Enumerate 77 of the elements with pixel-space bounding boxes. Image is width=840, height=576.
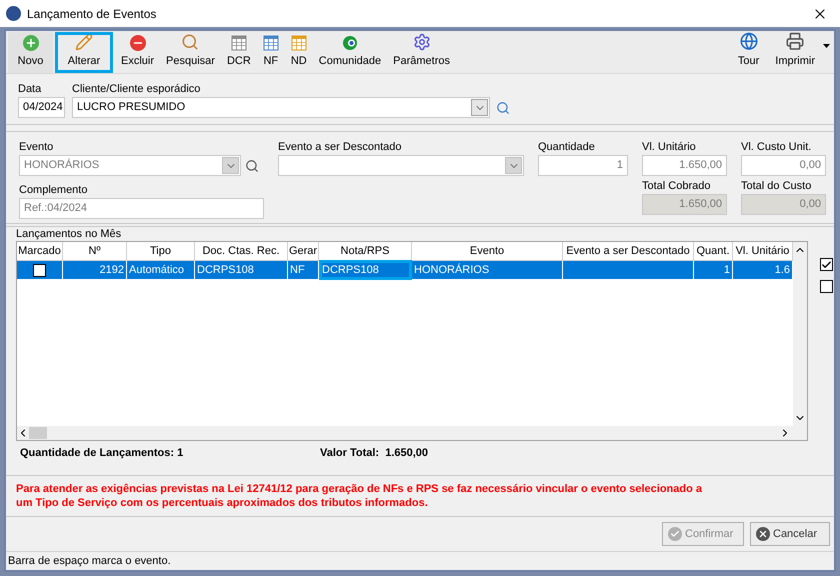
spreadsheet-icon — [290, 34, 307, 50]
window-title: Lançamento de Eventos — [27, 6, 156, 22]
toolbar-button[interactable]: Pesquisar — [160, 32, 221, 73]
checkbox[interactable] — [820, 280, 833, 293]
search-icon[interactable] — [245, 158, 259, 172]
client-combo[interactable]: LUCRO PRESUMIDO — [72, 97, 490, 118]
field-label: Cliente/Cliente esporádico — [72, 82, 202, 96]
dropdown-icon — [505, 157, 522, 174]
column-header[interactable]: Gerar — [288, 242, 319, 260]
toolbar-button[interactable]: Comunidade — [312, 32, 388, 73]
column-header[interactable]: Nº — [63, 242, 127, 260]
column-header[interactable]: Doc. Ctas. Rec. — [195, 242, 288, 260]
toolbar-button[interactable]: Novo — [8, 32, 53, 73]
quantity-field[interactable]: 1 — [538, 155, 628, 176]
close-icon — [756, 527, 770, 541]
toolbar-button[interactable]: NF — [256, 32, 285, 73]
dropdown-icon — [471, 99, 488, 116]
table-cell: Automático — [127, 261, 195, 279]
horizontal-scrollbar[interactable] — [17, 426, 807, 440]
table-cell: DCRPS108 — [319, 260, 412, 280]
dropdown-icon — [222, 157, 239, 174]
field-label: Quantidade — [538, 140, 596, 154]
count-label: Quantidade de Lançamentos: 1 — [20, 446, 184, 461]
total-label: Valor Total: 1.650,00 — [320, 446, 428, 461]
unit-value-field[interactable]: 1.650,00 — [642, 155, 727, 176]
field-label: Total Cobrado — [642, 179, 712, 193]
toolbar-button[interactable]: Imprimir — [767, 32, 823, 73]
vertical-scrollbar[interactable] — [793, 242, 807, 426]
field-label: Evento a ser Descontado — [278, 140, 403, 154]
scroll-thumb[interactable] — [29, 427, 47, 439]
complement-field[interactable]: Ref.:04/2024 — [19, 198, 264, 219]
toolbar-button[interactable]: Tour — [730, 32, 768, 73]
toolbar-button[interactable]: Excluir — [115, 32, 160, 73]
status-text: Barra de espaço marca o evento. — [8, 554, 171, 569]
spreadsheet-icon — [230, 34, 247, 50]
gear-icon — [412, 32, 431, 50]
field-label: Complemento — [19, 183, 88, 197]
cancel-button[interactable]: Cancelar — [750, 522, 830, 546]
field-label: Total do Custo — [741, 179, 812, 193]
table-cell: DCRPS108 — [195, 261, 288, 279]
community-icon — [342, 34, 358, 50]
printer-icon — [785, 32, 806, 50]
column-header[interactable]: Evento — [412, 242, 563, 260]
field-label: Vl. Unitário — [642, 140, 697, 154]
unit-cost-field[interactable]: 0,00 — [741, 155, 826, 176]
pencil-icon — [75, 32, 93, 50]
column-header[interactable]: Nota/RPS — [319, 242, 412, 260]
globe-icon — [738, 32, 759, 50]
search-icon[interactable] — [496, 100, 510, 114]
checkbox[interactable] — [33, 264, 46, 276]
table-cell: HONORÁRIOS — [412, 261, 563, 279]
event-combo[interactable]: HONORÁRIOS — [19, 155, 241, 176]
date-field[interactable]: 04/2024 — [18, 97, 65, 118]
group-title: Lançamentos no Mês — [16, 227, 122, 241]
toolbar-button[interactable]: Alterar — [55, 32, 113, 73]
column-header[interactable]: Marcado — [17, 242, 63, 260]
search-icon — [181, 32, 200, 50]
field-label: Data — [18, 82, 42, 96]
table-cell: 1 — [694, 261, 733, 279]
grid-row[interactable]: 2192 Automático DCRPS108 NF DCRPS108 HONORÁRIOS 1 1.6 — [17, 261, 793, 279]
check-icon — [668, 527, 682, 541]
field-label: Vl. Custo Unit. — [741, 140, 812, 154]
toolbar-button[interactable]: Parâmetros — [387, 32, 456, 73]
column-header[interactable]: Tipo — [127, 242, 195, 260]
spreadsheet-icon — [262, 34, 279, 50]
table-cell: NF — [288, 261, 319, 279]
toolbar-button[interactable]: ND — [284, 32, 313, 73]
field-label: Evento — [19, 140, 54, 154]
table-cell: 2192 — [63, 261, 127, 279]
add-icon — [22, 34, 38, 50]
checkbox[interactable] — [820, 258, 833, 271]
delete-icon — [130, 34, 146, 50]
toolbar-button[interactable]: DCR — [220, 32, 257, 73]
column-header[interactable]: Evento a ser Descontado — [563, 242, 694, 260]
legal-notice: Para atender as exigências previstas na Lei 12741/12 para geração de NFs e RPS se faz necessário vincular o evento selecionado a um Tipo de Serviço com os percentuais aproximados dos tributos informados. — [16, 482, 704, 510]
column-header[interactable]: Quant. — [694, 242, 733, 260]
app-logo-icon — [6, 6, 21, 21]
